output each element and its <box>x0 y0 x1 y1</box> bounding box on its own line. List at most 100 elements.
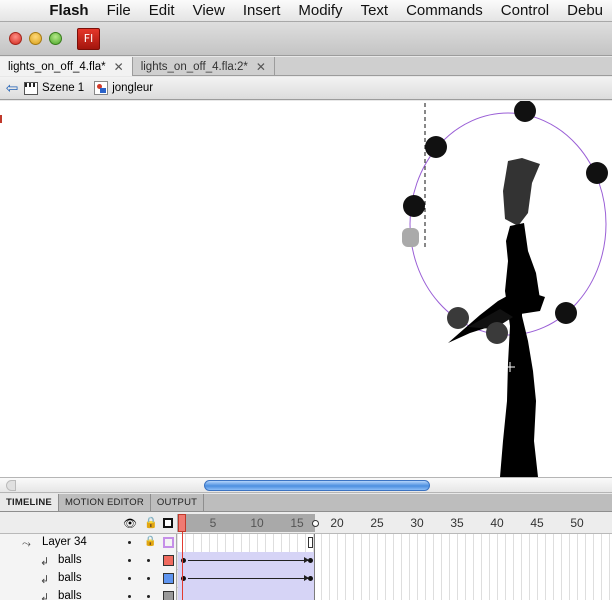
show-hide-all-eye-icon[interactable]: 👁 <box>123 517 137 530</box>
ruler-tick-label: 20 <box>330 516 344 530</box>
document-tabs: lights_on_off_4.fla* ✕ lights_on_off_4.f… <box>0 57 612 76</box>
layer-frames[interactable] <box>178 570 612 588</box>
symbol-label: jongleur <box>112 82 154 94</box>
layer-name-cell[interactable]: ↲ balls <box>0 588 177 600</box>
layer-outline-swatch[interactable] <box>163 555 174 566</box>
lock-dot[interactable] <box>147 595 150 598</box>
stage-edge-marker <box>0 115 2 123</box>
lock-all-icon[interactable]: 🔒 <box>144 516 158 529</box>
motion-tween-span <box>178 552 315 570</box>
motion-tween-span <box>178 588 315 600</box>
back-arrow-icon[interactable]: ⇦ <box>0 79 24 97</box>
menu-commands[interactable]: Commands <box>397 2 492 19</box>
ruler-tick-label: 15 <box>290 516 304 530</box>
playhead-handle[interactable] <box>178 514 186 532</box>
layer-frames[interactable] <box>178 552 612 570</box>
minimize-window-button[interactable] <box>29 32 42 45</box>
graphic-symbol-icon <box>94 81 109 95</box>
visibility-dot[interactable] <box>128 595 131 598</box>
document-tab[interactable]: lights_on_off_4.fla* ✕ <box>0 57 133 76</box>
motion-tween-span <box>178 570 315 588</box>
guided-layer-icon: ↲ <box>40 591 50 600</box>
panel-tabs: TIMELINE MOTION EDITOR OUTPUT <box>0 494 612 512</box>
layer-name-cell[interactable]: ↲ balls <box>0 552 177 570</box>
clapperboard-icon <box>24 81 38 95</box>
stage-horizontal-scrollbar[interactable] <box>0 477 612 493</box>
tab-timeline[interactable]: TIMELINE <box>0 494 59 511</box>
layer-outline-swatch[interactable] <box>163 573 174 584</box>
menu-flash[interactable]: Flash <box>31 2 97 19</box>
lock-dot[interactable] <box>147 577 150 580</box>
guided-layer-icon: ↲ <box>40 555 50 568</box>
breadcrumb-scene[interactable]: Szene 1 <box>24 81 85 95</box>
keyframe <box>308 576 313 581</box>
tween-arrow <box>188 557 309 563</box>
layer-outline-swatch[interactable] <box>163 591 174 600</box>
layer-name: balls <box>58 590 82 600</box>
layer-name: balls <box>58 572 82 584</box>
zoom-window-button[interactable] <box>49 32 62 45</box>
keyframe <box>308 558 313 563</box>
lock-icon[interactable]: 🔒 <box>144 536 156 547</box>
breadcrumb-symbol[interactable]: jongleur <box>94 81 153 95</box>
end-frame-marker <box>308 537 313 548</box>
frame-ruler[interactable]: 5 10 15 20 25 30 35 40 45 50 <box>177 512 612 534</box>
ruler-tick-label: 35 <box>450 516 464 530</box>
motion-guide-icon: ⤳ <box>22 537 31 550</box>
frame-span <box>178 534 315 552</box>
layer-name: Layer 34 <box>42 536 87 548</box>
menu-insert[interactable]: Insert <box>234 2 290 19</box>
visibility-dot[interactable] <box>128 559 131 562</box>
ruler-tick-label: 30 <box>410 516 424 530</box>
visibility-dot[interactable] <box>128 541 131 544</box>
layer-frames[interactable] <box>178 534 612 552</box>
stage-canvas[interactable] <box>0 101 612 477</box>
document-tab[interactable]: lights_on_off_4.fla:2* ✕ <box>133 57 275 76</box>
menu-file[interactable]: File <box>98 2 140 19</box>
scene-label: Szene 1 <box>42 82 85 94</box>
visibility-dot[interactable] <box>128 577 131 580</box>
tween-arrow <box>188 575 309 581</box>
document-tab-label: lights_on_off_4.fla:2* <box>140 60 248 73</box>
layer-name-cell[interactable]: ⤳ Layer 34 🔒 <box>0 534 177 552</box>
ruler-tick-label: 10 <box>250 516 264 530</box>
layer-frames[interactable] <box>178 588 612 600</box>
menu-modify[interactable]: Modify <box>289 2 351 19</box>
layer-name: balls <box>58 554 82 566</box>
menu-view[interactable]: View <box>184 2 234 19</box>
timeline-layer-row[interactable]: ⤳ Layer 34 🔒 <box>0 534 612 552</box>
layer-name-cell[interactable]: ↲ balls <box>0 570 177 588</box>
scroll-track-cap <box>6 480 16 491</box>
ruler-tick-label: 40 <box>490 516 504 530</box>
menu-text[interactable]: Text <box>352 2 398 19</box>
outline-all-icon[interactable] <box>163 518 173 528</box>
menu-bar: Flash File Edit View Insert Modify Text … <box>0 0 612 22</box>
lock-dot[interactable] <box>147 559 150 562</box>
ruler-tick-label: 5 <box>209 516 217 530</box>
menu-edit[interactable]: Edit <box>140 2 184 19</box>
stage-artwork <box>0 101 608 477</box>
playhead-line <box>182 532 183 600</box>
flash-logo-icon: Fl <box>77 28 100 50</box>
menu-control[interactable]: Control <box>492 2 558 19</box>
close-tab-icon[interactable]: ✕ <box>256 58 266 76</box>
timeline-layer-row[interactable]: ↲ balls <box>0 570 612 588</box>
timeline-layer-row[interactable]: ↲ balls <box>0 552 612 570</box>
ruler-tick-label: 50 <box>570 516 584 530</box>
close-tab-icon[interactable]: ✕ <box>114 58 124 76</box>
ruler-tick-label: 25 <box>370 516 384 530</box>
timeline-layer-row[interactable]: ↲ balls <box>0 588 612 600</box>
document-tab-label: lights_on_off_4.fla* <box>8 60 106 73</box>
span-end-marker <box>312 520 319 527</box>
edit-bar: ⇦ Szene 1 jongleur <box>0 77 612 100</box>
close-window-button[interactable] <box>9 32 22 45</box>
layer-outline-swatch[interactable] <box>163 537 174 548</box>
timeline-header: 👁 🔒 5 10 15 20 25 30 35 40 45 50 <box>0 512 612 534</box>
guided-layer-icon: ↲ <box>40 573 50 586</box>
scroll-thumb[interactable] <box>204 480 430 491</box>
menu-debug[interactable]: Debu <box>558 2 612 19</box>
ruler-tick-label: 45 <box>530 516 544 530</box>
tab-motion-editor[interactable]: MOTION EDITOR <box>59 494 151 511</box>
window-titlebar: Fl <box>0 22 612 56</box>
tab-output[interactable]: OUTPUT <box>151 494 205 511</box>
